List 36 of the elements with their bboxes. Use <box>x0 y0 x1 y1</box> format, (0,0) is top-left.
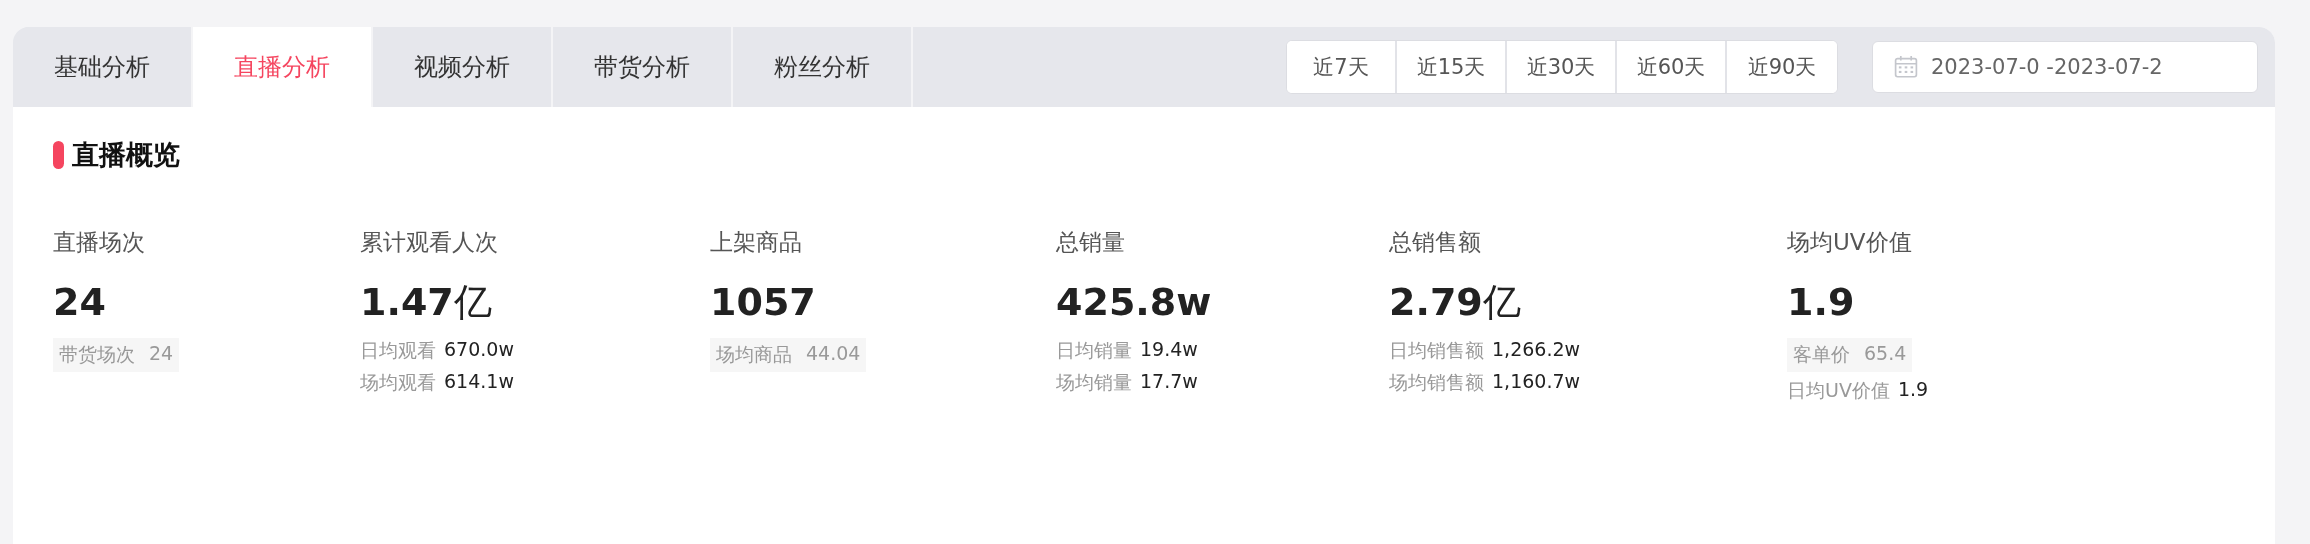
calendar-icon <box>1893 54 1919 80</box>
tab[interactable]: 基础分析 <box>13 27 193 107</box>
detail-label: 场均销售额 <box>1389 370 1484 395</box>
stat-value: 2.79亿 <box>1389 280 1521 324</box>
stat-label: 场均UV价值 <box>1787 228 1912 257</box>
detail-label: 日均销售额 <box>1389 338 1484 363</box>
detail-value: 17.7w <box>1140 370 1198 394</box>
accent-bar <box>53 141 64 169</box>
detail-label: 场均销量 <box>1056 370 1132 395</box>
detail-value: 670.0w <box>444 338 514 362</box>
detail-label: 场均观看 <box>360 370 436 395</box>
detail-value: 1,160.7w <box>1492 370 1581 394</box>
stat-value: 1.9 <box>1787 280 1855 324</box>
stat-value: 1057 <box>710 280 816 324</box>
detail-label: 日均观看 <box>360 338 436 363</box>
detail-value: 1,266.2w <box>1492 338 1581 362</box>
detail-value: 1.9 <box>1897 378 1929 402</box>
range-button[interactable]: 近7天 <box>1287 41 1397 93</box>
detail-label: 日均销量 <box>1056 338 1132 363</box>
stat-label: 总销量 <box>1056 228 1125 257</box>
section-title: 直播概览 <box>72 138 180 172</box>
stat-chip: 带货场次 24 <box>53 338 180 372</box>
stat-chip: 场均商品 44.04 <box>710 338 867 372</box>
stat-label: 总销售额 <box>1389 228 1481 257</box>
detail-value: 19.4w <box>1140 338 1198 362</box>
detail-label: 日均UV价值 <box>1787 378 1890 403</box>
stat-value: 24 <box>53 280 106 324</box>
stat-label: 累计观看人次 <box>360 228 498 257</box>
stat-value: 425.8w <box>1056 280 1212 324</box>
stat-chip: 客单价 65.4 <box>1787 338 1913 372</box>
tab[interactable]: 直播分析 <box>193 27 373 107</box>
stat-label: 直播场次 <box>53 228 145 257</box>
stat-value: 1.47亿 <box>360 280 492 324</box>
stat-label: 上架商品 <box>710 228 802 257</box>
detail-value: 614.1w <box>444 370 514 394</box>
date-range-field[interactable]: 2023-07-0 -2023-07-2 <box>1872 41 2258 93</box>
